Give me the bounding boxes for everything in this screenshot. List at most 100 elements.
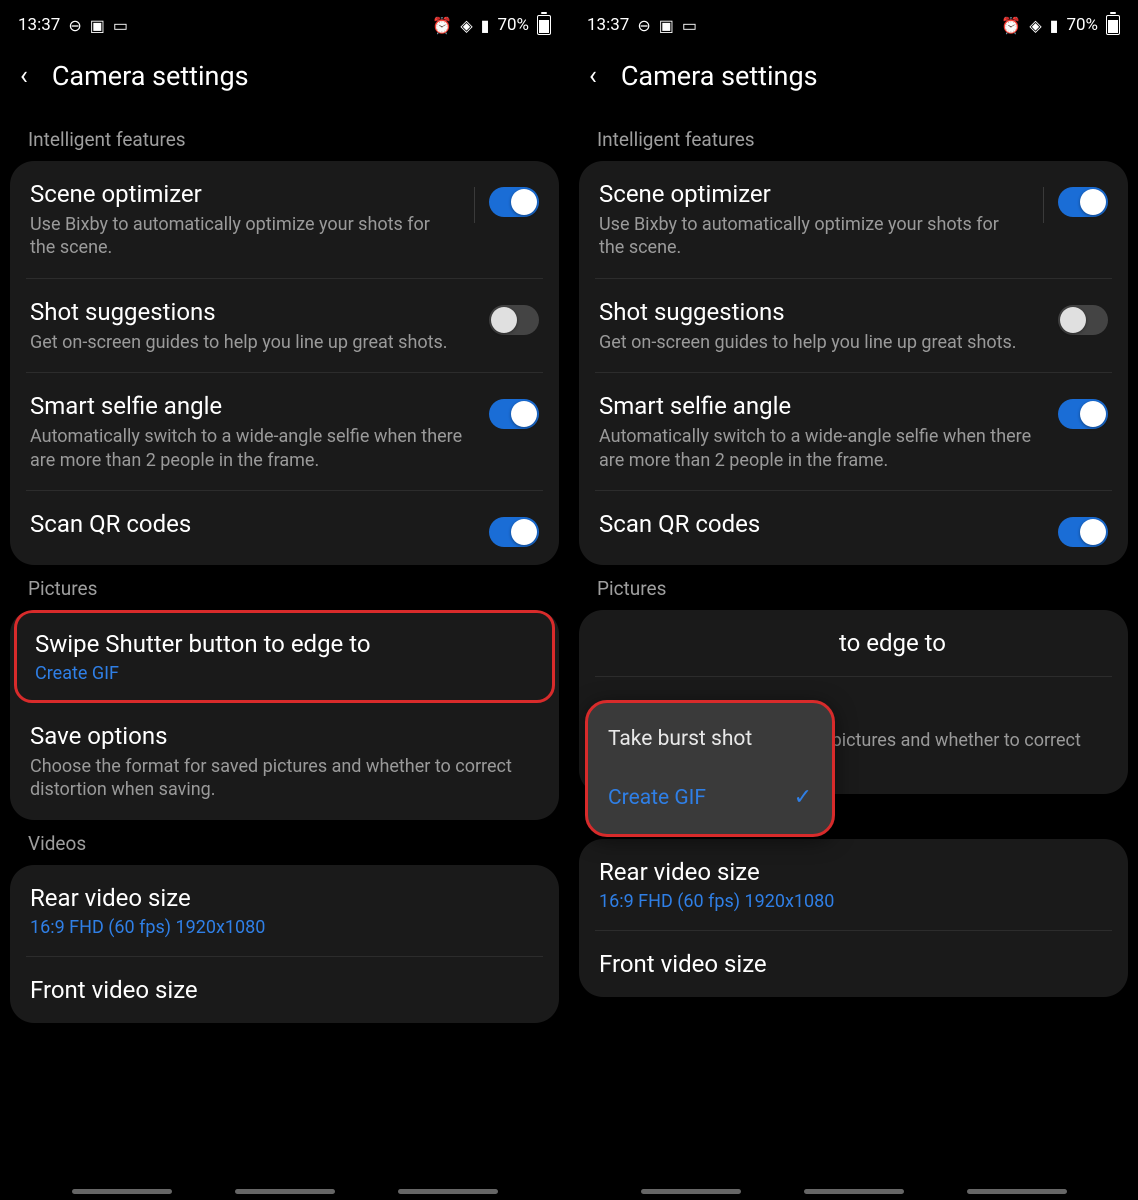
section-intelligent: Intelligent features (0, 116, 569, 161)
page-title: Camera settings (621, 60, 818, 92)
smart-selfie-desc: Automatically switch to a wide-angle sel… (30, 425, 477, 472)
section-videos: Videos (0, 820, 569, 865)
battery-icon (1106, 15, 1120, 35)
row-rear-video[interactable]: Rear video size 16:9 FHD (60 fps) 1920x1… (579, 839, 1128, 930)
alarm-icon: ⏰ (432, 16, 452, 35)
scan-qr-title: Scan QR codes (599, 509, 1046, 539)
popup-option-burst-label: Take burst shot (608, 727, 752, 751)
scene-optimizer-toggle[interactable] (489, 187, 539, 217)
row-smart-selfie[interactable]: Smart selfie angle Automatically switch … (595, 372, 1112, 490)
popup-option-gif-label: Create GIF (608, 786, 706, 810)
nav-home[interactable] (235, 1189, 335, 1194)
scene-optimizer-title: Scene optimizer (599, 179, 1023, 209)
section-intelligent: Intelligent features (569, 116, 1138, 161)
smart-selfie-desc: Automatically switch to a wide-angle sel… (599, 425, 1046, 472)
back-button[interactable]: ‹ (589, 61, 597, 91)
row-front-video[interactable]: Front video size (26, 956, 543, 1023)
screenshot-icon: ▣ (659, 16, 674, 35)
rear-video-title: Rear video size (30, 883, 527, 913)
row-shot-suggestions[interactable]: Shot suggestions Get on-screen guides to… (595, 278, 1112, 372)
alarm-icon: ⏰ (1001, 16, 1021, 35)
card-videos: Rear video size 16:9 FHD (60 fps) 1920x1… (579, 839, 1128, 997)
battery-pct: 70% (497, 15, 529, 35)
row-swipe-shutter[interactable]: Swipe Shutter button to edge to Create G… (17, 613, 552, 700)
row-save-options[interactable]: Save options Choose the format for saved… (10, 703, 559, 820)
nav-home[interactable] (804, 1189, 904, 1194)
row-shot-suggestions[interactable]: Shot suggestions Get on-screen guides to… (26, 278, 543, 372)
nav-bar (0, 1189, 569, 1194)
nav-bar (569, 1189, 1138, 1194)
scene-optimizer-toggle[interactable] (1058, 187, 1108, 217)
nav-back[interactable] (967, 1189, 1067, 1194)
card-intelligent: Scene optimizer Use Bixby to automatical… (579, 161, 1128, 565)
front-video-title: Front video size (599, 949, 1096, 979)
popup-option-gif[interactable]: Create GIF ✓ (608, 777, 812, 818)
card-videos: Rear video size 16:9 FHD (60 fps) 1920x1… (10, 865, 559, 1023)
save-options-title: Save options (30, 721, 527, 751)
shot-suggestions-desc: Get on-screen guides to help you line up… (599, 331, 1046, 354)
shot-suggestions-toggle[interactable] (489, 305, 539, 335)
shot-suggestions-title: Shot suggestions (599, 297, 1046, 327)
dnd-icon: ⊖ (637, 16, 650, 35)
row-smart-selfie[interactable]: Smart selfie angle Automatically switch … (26, 372, 543, 490)
screenshot-icon: ▣ (90, 16, 105, 35)
row-rear-video[interactable]: Rear video size 16:9 FHD (60 fps) 1920x1… (10, 865, 559, 956)
row-scene-optimizer[interactable]: Scene optimizer Use Bixby to automatical… (10, 161, 559, 278)
scene-optimizer-desc: Use Bixby to automatically optimize your… (30, 213, 454, 260)
shot-suggestions-toggle[interactable] (1058, 305, 1108, 335)
status-time: 13:37 (18, 15, 60, 35)
swipe-shutter-title: Swipe Shutter button to edge to (35, 629, 522, 659)
save-options-desc: Choose the format for saved pictures and… (30, 755, 527, 802)
highlight-swipe-shutter: Swipe Shutter button to edge to Create G… (14, 610, 555, 703)
card-pictures: Swipe Shutter button to edge to Create G… (10, 610, 559, 820)
battery-pct: 70% (1066, 15, 1098, 35)
shot-suggestions-title: Shot suggestions (30, 297, 477, 327)
rear-video-value: 16:9 FHD (60 fps) 1920x1080 (30, 917, 527, 938)
nav-recents[interactable] (72, 1189, 172, 1194)
screen-right: 13:37 ⊖ ▣ ▭ ⏰ ◈ ▮ 70% ‹ Camera settings … (569, 0, 1138, 1200)
wifi-icon: ◈ (1029, 16, 1041, 35)
row-scan-qr[interactable]: Scan QR codes (595, 490, 1112, 565)
row-scan-qr[interactable]: Scan QR codes (26, 490, 543, 565)
status-time: 13:37 (587, 15, 629, 35)
status-bar: 13:37 ⊖ ▣ ▭ ⏰ ◈ ▮ 70% (569, 0, 1138, 40)
scan-qr-toggle[interactable] (1058, 517, 1108, 547)
nav-recents[interactable] (641, 1189, 741, 1194)
status-bar: 13:37 ⊖ ▣ ▭ ⏰ ◈ ▮ 70% (0, 0, 569, 40)
check-icon: ✓ (794, 785, 812, 810)
scan-qr-toggle[interactable] (489, 517, 539, 547)
smart-selfie-title: Smart selfie angle (30, 391, 477, 421)
scan-qr-title: Scan QR codes (30, 509, 477, 539)
row-front-video[interactable]: Front video size (595, 930, 1112, 997)
row-scene-optimizer[interactable]: Scene optimizer Use Bixby to automatical… (579, 161, 1128, 278)
divider (474, 187, 475, 223)
header: ‹ Camera settings (569, 40, 1138, 116)
front-video-title: Front video size (30, 975, 527, 1005)
page-title: Camera settings (52, 60, 249, 92)
screen-left: 13:37 ⊖ ▣ ▭ ⏰ ◈ ▮ 70% ‹ Camera settings … (0, 0, 569, 1200)
image-icon: ▭ (113, 16, 128, 35)
section-pictures: Pictures (569, 565, 1138, 610)
shot-suggestions-desc: Get on-screen guides to help you line up… (30, 331, 477, 354)
swipe-shutter-value: Create GIF (35, 663, 522, 684)
header: ‹ Camera settings (0, 40, 569, 116)
smart-selfie-toggle[interactable] (1058, 399, 1108, 429)
card-intelligent: Scene optimizer Use Bixby to automatical… (10, 161, 559, 565)
image-icon: ▭ (682, 16, 697, 35)
battery-icon (537, 15, 551, 35)
wifi-icon: ◈ (460, 16, 472, 35)
rear-video-title: Rear video size (599, 857, 1096, 887)
swipe-shutter-popup: Take burst shot Create GIF ✓ (585, 700, 835, 837)
smart-selfie-toggle[interactable] (489, 399, 539, 429)
signal-icon: ▮ (1050, 16, 1059, 35)
scene-optimizer-desc: Use Bixby to automatically optimize your… (599, 213, 1023, 260)
scene-optimizer-title: Scene optimizer (30, 179, 454, 209)
signal-icon: ▮ (481, 16, 490, 35)
smart-selfie-title: Smart selfie angle (599, 391, 1046, 421)
dnd-icon: ⊖ (68, 16, 81, 35)
popup-option-burst[interactable]: Take burst shot (608, 719, 812, 759)
back-button[interactable]: ‹ (20, 61, 28, 91)
swipe-shutter-fragment: to edge to (839, 628, 1096, 658)
row-swipe-shutter-partial[interactable]: to edge to (579, 610, 1128, 676)
nav-back[interactable] (398, 1189, 498, 1194)
